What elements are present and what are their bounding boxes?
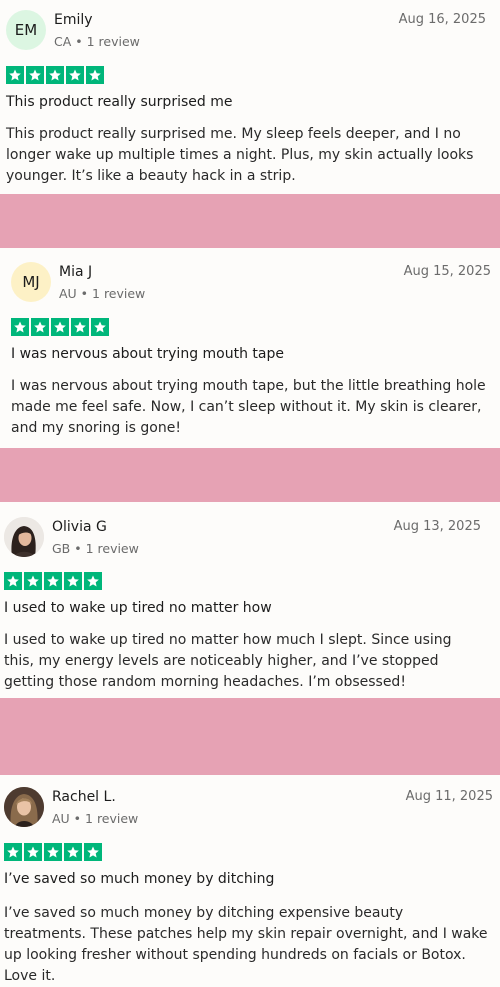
star-icon xyxy=(24,572,42,590)
star-rating xyxy=(6,66,104,84)
star-icon xyxy=(66,66,84,84)
review-date: Aug 13, 2025 xyxy=(393,519,481,534)
section-divider xyxy=(0,698,500,775)
section-divider xyxy=(0,194,500,248)
star-icon xyxy=(86,66,104,84)
star-icon xyxy=(4,572,22,590)
review-date: Aug 11, 2025 xyxy=(405,789,493,804)
review-body: I was nervous about trying mouth tape, b… xyxy=(11,378,486,436)
reviewer-meta: AU • 1 review xyxy=(52,811,139,826)
profile-photo-icon xyxy=(4,787,44,827)
star-icon xyxy=(26,66,44,84)
avatar[interactable] xyxy=(4,787,44,827)
avatar[interactable]: MJ xyxy=(11,262,51,302)
star-icon xyxy=(44,843,62,861)
review-card: MJ Mia J AU • 1 review Aug 15, 2025 I wa… xyxy=(0,248,500,448)
review-date: Aug 16, 2025 xyxy=(398,12,486,27)
star-icon xyxy=(44,572,62,590)
star-icon xyxy=(84,572,102,590)
star-icon xyxy=(6,66,24,84)
review-date: Aug 15, 2025 xyxy=(403,264,491,279)
review-title[interactable]: I was nervous about trying mouth tape xyxy=(11,346,284,362)
review-title[interactable]: I used to wake up tired no matter how xyxy=(4,600,272,616)
profile-photo-icon xyxy=(4,517,44,557)
review-card: Rachel L. AU • 1 review Aug 11, 2025 I’v… xyxy=(0,775,500,984)
review-title[interactable]: This product really surprised me xyxy=(6,94,232,110)
section-divider xyxy=(0,448,500,502)
review-body: This product really surprised me. My sle… xyxy=(6,126,474,184)
review-body: I’ve saved so much money by ditching exp… xyxy=(4,905,488,984)
avatar[interactable]: EM xyxy=(6,10,46,50)
star-icon xyxy=(64,572,82,590)
reviewer-name[interactable]: Mia J xyxy=(59,264,92,280)
reviewer-meta: AU • 1 review xyxy=(59,286,146,301)
reviewer-meta: GB • 1 review xyxy=(52,541,139,556)
reviewer-name[interactable]: Emily xyxy=(54,12,93,28)
star-icon xyxy=(11,318,29,336)
star-icon xyxy=(24,843,42,861)
star-rating xyxy=(4,572,102,590)
star-icon xyxy=(4,843,22,861)
review-card: EM Emily CA • 1 review Aug 16, 2025 This… xyxy=(0,0,500,194)
avatar[interactable] xyxy=(4,517,44,557)
review-body: I used to wake up tired no matter how mu… xyxy=(4,632,452,690)
star-icon xyxy=(84,843,102,861)
star-icon xyxy=(31,318,49,336)
star-icon xyxy=(51,318,69,336)
reviewer-name[interactable]: Rachel L. xyxy=(52,789,116,805)
review-card: Olivia G GB • 1 review Aug 13, 2025 I us… xyxy=(0,502,500,698)
reviewer-name[interactable]: Olivia G xyxy=(52,519,107,535)
star-icon xyxy=(91,318,109,336)
review-title[interactable]: I’ve saved so much money by ditching xyxy=(4,871,274,887)
star-icon xyxy=(71,318,89,336)
star-rating xyxy=(4,843,102,861)
star-icon xyxy=(46,66,64,84)
star-rating xyxy=(11,318,109,336)
star-icon xyxy=(64,843,82,861)
reviewer-meta: CA • 1 review xyxy=(54,34,140,49)
